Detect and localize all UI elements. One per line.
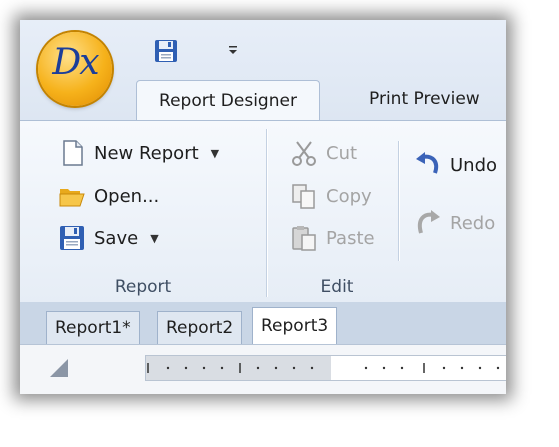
floppy-disk-icon [58, 224, 86, 252]
copy-icon [290, 182, 318, 210]
ribbon-group-edit: Cut Copy Paste Undo Redo Edit [268, 121, 506, 303]
folder-open-icon [58, 182, 86, 210]
ribbon-panel: New Report ▼ Open... Save ▼ Report Cut C… [20, 120, 506, 304]
redo-button[interactable]: Redo [414, 207, 495, 239]
paste-button[interactable]: Paste [290, 222, 375, 254]
tab-report-designer[interactable]: Report Designer [136, 80, 320, 123]
clipboard-icon [290, 224, 318, 252]
ruler-ticks [147, 363, 500, 373]
ruler-area [20, 344, 506, 394]
copy-label: Copy [326, 185, 372, 207]
document-tab-report1[interactable]: Report1* [46, 311, 140, 345]
open-label: Open... [94, 185, 160, 207]
floppy-disk-icon [155, 40, 177, 62]
ribbon-group-report: New Report ▼ Open... Save ▼ Report [20, 121, 266, 303]
title-bar: Dx Report Designer Print Preview [20, 20, 506, 123]
save-button[interactable]: Save ▼ [58, 222, 159, 254]
quick-access-save-button[interactable] [153, 38, 179, 64]
cut-label: Cut [326, 142, 358, 164]
report-designer-window: Dx Report Designer Print Preview New Rep… [20, 20, 506, 394]
cut-button[interactable]: Cut [290, 137, 357, 169]
redo-label: Redo [450, 212, 496, 234]
document-tab-report2[interactable]: Report2 [157, 311, 243, 345]
new-report-label: New Report [94, 142, 199, 164]
scissors-icon [290, 139, 318, 167]
app-logo-text: Dx [52, 42, 99, 83]
edit-inner-separator [398, 141, 399, 261]
undo-label: Undo [450, 154, 498, 176]
redo-icon [414, 209, 442, 237]
application-menu-button[interactable]: Dx [38, 32, 112, 106]
ribbon-group-label-edit: Edit [320, 277, 354, 297]
new-report-button[interactable]: New Report ▼ [58, 137, 219, 169]
new-document-icon [58, 139, 86, 167]
group-separator [266, 129, 267, 297]
document-tab-strip: Report1* Report2 Report3 [20, 302, 506, 345]
ribbon-group-label-report: Report [114, 277, 172, 297]
tab-print-preview[interactable]: Print Preview [357, 78, 492, 120]
dropdown-arrow-icon[interactable]: ▼ [150, 232, 158, 245]
open-button[interactable]: Open... [58, 180, 159, 212]
ruler-corner-icon[interactable] [50, 359, 68, 377]
paste-label: Paste [326, 227, 375, 249]
horizontal-ruler[interactable] [145, 355, 506, 381]
customize-quick-access-button[interactable] [227, 44, 239, 60]
copy-button[interactable]: Copy [290, 180, 372, 212]
document-tab-report3[interactable]: Report3 [252, 307, 338, 345]
undo-button[interactable]: Undo [414, 149, 497, 181]
dropdown-arrow-icon[interactable]: ▼ [211, 147, 219, 160]
undo-icon [414, 151, 442, 179]
chevron-down-icon [229, 46, 237, 54]
save-label: Save [94, 227, 139, 249]
